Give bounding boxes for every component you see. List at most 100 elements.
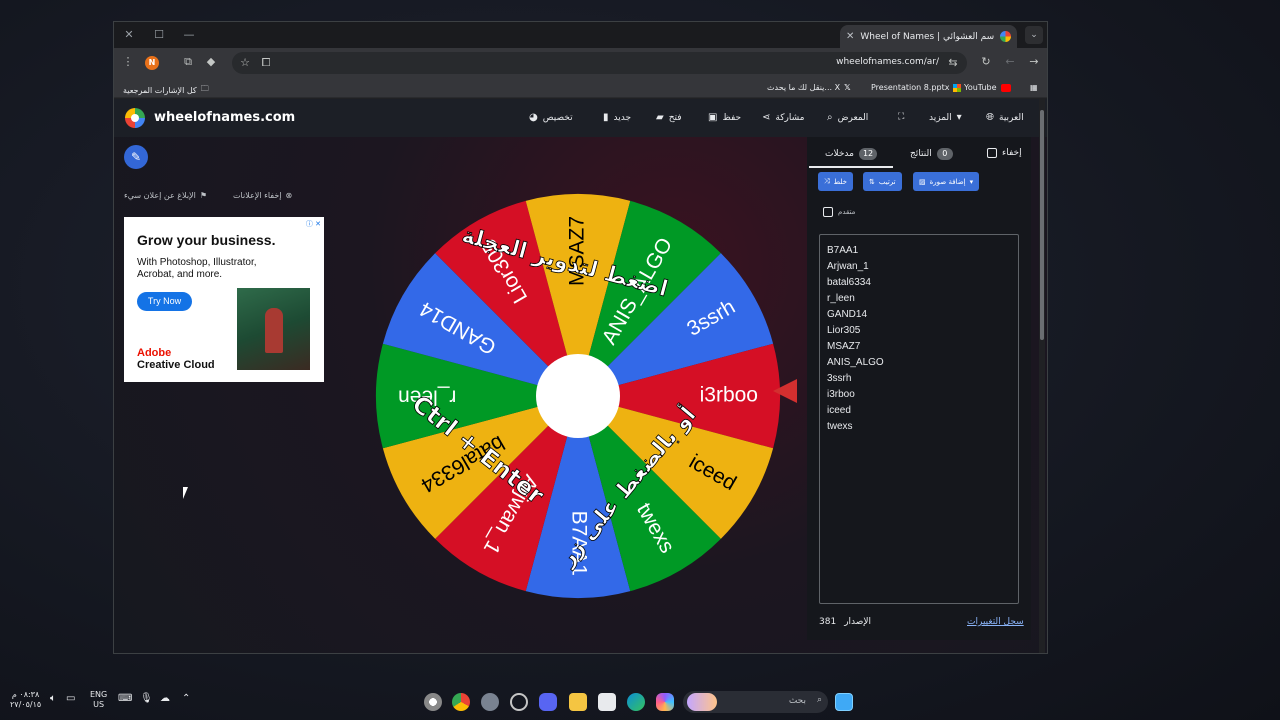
- tab-search-icon[interactable]: ⌄: [1025, 26, 1043, 44]
- caret-down-icon: ▾: [956, 112, 962, 123]
- file-explorer-icon[interactable]: [569, 693, 587, 711]
- clock-app-icon[interactable]: [510, 693, 528, 711]
- fullscreen-icon[interactable]: ⛶: [898, 112, 904, 122]
- nav-share[interactable]: ⋖ مشاركة: [762, 112, 804, 123]
- minimize-icon[interactable]: —: [178, 26, 200, 44]
- edge-icon[interactable]: [627, 693, 645, 711]
- volume-icon[interactable]: 🔈︎: [50, 694, 56, 704]
- tab-entries[interactable]: مدخلات 12: [825, 148, 878, 160]
- clock[interactable]: ٠٨:٣٨ م ٢٧/٠٥/١٥: [10, 690, 41, 710]
- ad-body: With Photoshop, Illustrator, Acrobat, an…: [137, 257, 257, 280]
- close-window-icon[interactable]: ✕: [118, 26, 140, 44]
- language-indicator[interactable]: ENG US: [90, 690, 107, 710]
- entries-textarea[interactable]: B7AA1 Arjwan_1 batal6334 r_leen GAND14 Lior30…: [819, 234, 1019, 604]
- site-logo-icon[interactable]: [125, 108, 145, 128]
- scrollbar-thumb[interactable]: [1040, 110, 1044, 340]
- nav-gallery[interactable]: ⌕ المعرض: [827, 112, 868, 123]
- edit-pencil-button[interactable]: ✎: [124, 145, 148, 169]
- hide-toggle[interactable]: إخفاء: [987, 148, 1022, 158]
- start-windows-icon[interactable]: [835, 693, 853, 711]
- entry-line[interactable]: B7AA1: [827, 243, 1011, 259]
- caret-down-icon: ▾: [969, 177, 974, 186]
- advanced-toggle[interactable]: متقدم: [823, 207, 855, 217]
- maximize-icon[interactable]: ☐: [148, 26, 170, 44]
- changelog-link[interactable]: سجل التغييرات: [967, 617, 1024, 627]
- entry-line[interactable]: MSAZ7: [827, 339, 1011, 355]
- nav-save[interactable]: ▣ حفظ: [708, 112, 741, 123]
- entry-line[interactable]: twexs: [827, 419, 1011, 435]
- bookmarks-bar: كل الإشارات المرجعية 🗀 ينقل لك ما يحدث..…: [114, 78, 1047, 98]
- sort-icon: ⇅: [869, 177, 875, 186]
- entry-line[interactable]: Arjwan_1: [827, 259, 1011, 275]
- chrome-icon[interactable]: [452, 693, 470, 711]
- copilot-icon[interactable]: [656, 693, 674, 711]
- x-logo-icon: 𝕏: [844, 83, 851, 92]
- wheel-hub[interactable]: [536, 354, 620, 438]
- ad-brand-cc: Creative Cloud: [137, 359, 215, 371]
- shuffle-button[interactable]: ⤨ خلط: [818, 172, 853, 191]
- web-page: wheelofnames.com ◕ تخصيص ▮ جديد ▰ فتح ▣ …: [114, 99, 1047, 653]
- forward-icon[interactable]: ←: [1002, 55, 1018, 68]
- apps-grid-icon[interactable]: ▦: [1030, 83, 1038, 92]
- adobe-ad-banner[interactable]: ⓘ ✕ Grow your business. With Photoshop, …: [124, 217, 324, 382]
- folder-open-icon: ▰: [656, 112, 664, 123]
- entry-line[interactable]: 3ssrh: [827, 371, 1011, 387]
- entry-line[interactable]: GAND14: [827, 307, 1011, 323]
- share-page-icon[interactable]: ⧠: [258, 56, 274, 70]
- ad-try-now-button[interactable]: Try Now: [137, 292, 192, 311]
- add-image-button[interactable]: ▨ إضافة صورة ▾: [913, 172, 980, 191]
- settings-gear-icon[interactable]: [424, 693, 442, 711]
- bookmark-x[interactable]: ينقل لك ما يحدث... X 𝕏: [767, 83, 851, 92]
- bookmark-star-icon[interactable]: ☆: [237, 56, 253, 69]
- bookmark-youtube[interactable]: YouTube: [964, 83, 1011, 92]
- extensions-icon[interactable]: ⧉: [180, 55, 196, 69]
- hide-label: إخفاء: [1002, 148, 1022, 158]
- entry-line[interactable]: batal6334: [827, 275, 1011, 291]
- nav-more[interactable]: المزيد ▾: [929, 112, 962, 123]
- cloud-icon[interactable]: ☁: [160, 694, 170, 704]
- app-gear-icon[interactable]: [481, 693, 499, 711]
- show-hidden-icons[interactable]: ⌃: [182, 694, 190, 704]
- sort-button[interactable]: ⇅ ترتيب: [863, 172, 902, 191]
- discord-icon[interactable]: [539, 693, 557, 711]
- network-icon[interactable]: ▭: [66, 694, 75, 704]
- nav-customize-label: تخصيص: [542, 112, 573, 123]
- close-tab-icon[interactable]: ✕: [846, 31, 854, 42]
- entry-line[interactable]: ANIS_ALGO: [827, 355, 1011, 371]
- nav-language[interactable]: 🌐︎ العربية: [986, 112, 1024, 123]
- store-icon[interactable]: [598, 693, 616, 711]
- bookmark-presentation-label: Presentation 8.pptx: [871, 83, 950, 92]
- nav-customize[interactable]: ◕ تخصيص: [529, 112, 573, 123]
- browser-tab[interactable]: ✕ Wheel of Names | منتقي الاسم العشوائي: [840, 25, 1017, 48]
- entries-panel: مدخلات 12 النتائج 0 إخفاء ⤨ خلط ⇅ ترتيب …: [807, 137, 1031, 640]
- keyboard-icon[interactable]: ⌨: [118, 694, 132, 704]
- ad-info-icon[interactable]: ⓘ ✕: [306, 219, 321, 229]
- entry-line[interactable]: r_leen: [827, 291, 1011, 307]
- entry-line[interactable]: Lior305: [827, 323, 1011, 339]
- spin-wheel[interactable]: B7AA1Arjwan_1batal6334r_leenGAND14Lior30…: [373, 191, 783, 601]
- back-icon[interactable]: →: [1026, 55, 1042, 68]
- nav-open[interactable]: ▰ فتح: [656, 112, 682, 123]
- tab-results[interactable]: النتائج 0: [910, 148, 953, 160]
- hide-ads-link[interactable]: إخفاء الإعلانات ⊗: [233, 191, 292, 200]
- site-settings-icon[interactable]: ⇆: [945, 56, 961, 69]
- nav-new[interactable]: ▮ جديد: [603, 112, 631, 123]
- microphone-icon[interactable]: 🎙︎: [140, 694, 153, 704]
- advanced-checkbox[interactable]: [823, 207, 833, 217]
- office-icon: [953, 83, 962, 92]
- bookmark-presentation[interactable]: Presentation 8.pptx: [871, 83, 962, 92]
- bookmark-all[interactable]: كل الإشارات المرجعية 🗀: [123, 83, 209, 97]
- report-ad-link[interactable]: الإبلاغ عن إعلان سيء ⚑: [124, 191, 207, 200]
- version-info: 381 الإصدار: [819, 617, 871, 627]
- reload-icon[interactable]: ↻: [978, 55, 994, 68]
- entry-line[interactable]: iceed: [827, 403, 1011, 419]
- extension-diamond-icon[interactable]: ◆: [203, 55, 219, 68]
- address-bar[interactable]: ☆ ⧠ wheelofnames.com/ar/ ⇆: [232, 52, 967, 74]
- site-name[interactable]: wheelofnames.com: [154, 110, 295, 125]
- sort-label: ترتيب: [878, 177, 896, 186]
- hide-checkbox[interactable]: [987, 148, 997, 158]
- entry-line[interactable]: i3rboo: [827, 387, 1011, 403]
- profile-avatar[interactable]: N: [145, 56, 159, 70]
- menu-icon[interactable]: ⋮: [120, 55, 136, 68]
- taskbar-search[interactable]: بحث ⌕: [683, 691, 828, 713]
